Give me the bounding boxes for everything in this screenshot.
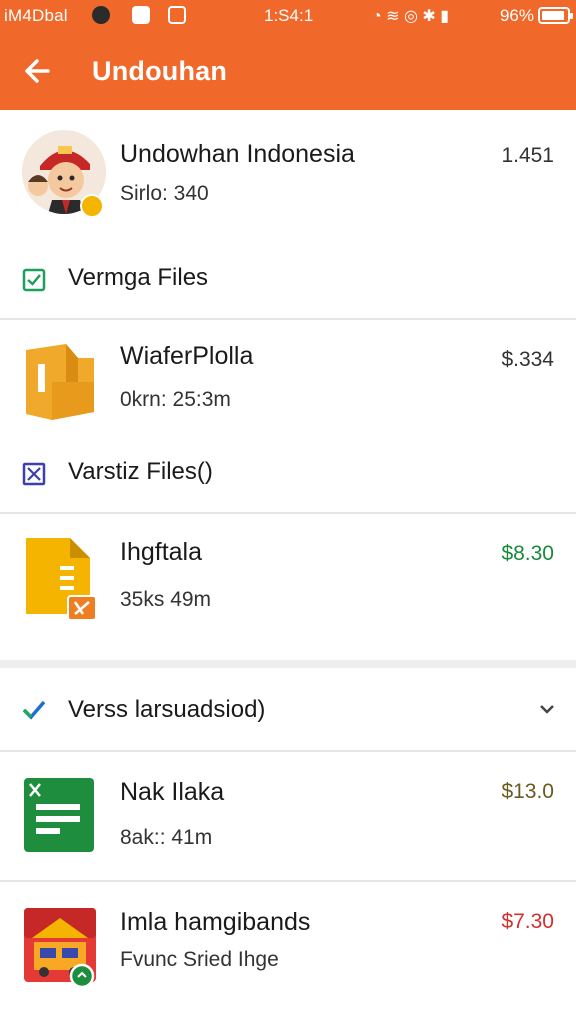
carrier-label: iM4Dbal xyxy=(4,6,68,25)
item-meta: 0krn: 25:3m xyxy=(120,388,231,411)
document-icon xyxy=(26,538,97,621)
app-thumbnail-icon xyxy=(24,908,96,988)
item-meta: 8ak:: 41m xyxy=(120,826,213,849)
cross-box-icon xyxy=(22,462,46,486)
item-price: $8.30 xyxy=(501,542,554,565)
chevron-down-icon[interactable] xyxy=(538,702,556,716)
section-header-various[interactable]: Varstiz Files() xyxy=(0,444,576,512)
top-bar: iM4Dbal 1:S4:1 ◔ ≋ ◎ ✱ ▮ 96% Undouhan xyxy=(0,0,576,110)
status-time: 1:S4:1 xyxy=(264,6,314,25)
page-title: Undouhan xyxy=(92,56,228,86)
profile-meta: Sirlo: 340 xyxy=(120,182,209,205)
list-item[interactable]: Nak Ilaka 8ak:: 41m $13.0 xyxy=(0,752,576,880)
item-meta: 35ks 49m xyxy=(120,588,212,611)
section-label: Vermga Files xyxy=(68,264,209,291)
list-item[interactable]: Ihgftala 35ks 49m $8.30 xyxy=(0,514,576,660)
section-label: Verss larsuadsiod) xyxy=(68,696,266,723)
avatar-status-dot xyxy=(80,194,104,218)
profile-name: Undowhan Indonesia xyxy=(120,140,355,168)
signal-icons: ◔ ≋ ◎ ✱ ▮ xyxy=(372,8,450,25)
profile-row[interactable]: Undowhan Indonesia Sirlo: 340 1.451 xyxy=(0,110,576,250)
notification-icon xyxy=(92,6,110,24)
section-label: Varstiz Files() xyxy=(68,458,213,485)
section-header-versions[interactable]: Verss larsuadsiod) xyxy=(0,668,576,750)
message-notification-icon xyxy=(168,6,186,24)
folder-icon xyxy=(26,344,94,420)
back-button[interactable] xyxy=(18,50,60,92)
item-meta: Fvunc Sried Ihge xyxy=(120,948,279,971)
item-name: Imla hamgibands xyxy=(120,908,311,936)
battery-icon xyxy=(538,7,573,24)
status-bar: iM4Dbal 1:S4:1 ◔ ≋ ◎ ✱ ▮ 96% xyxy=(0,0,576,32)
app-bar: Undouhan xyxy=(0,32,576,110)
item-name: Ihgftala xyxy=(120,538,203,566)
item-name: Nak Ilaka xyxy=(120,778,225,806)
spreadsheet-icon xyxy=(24,778,94,852)
list-item[interactable]: Imla hamgibands Fvunc Sried Ihge $7.30 xyxy=(0,882,576,1024)
list-item[interactable]: WiaferPlolla 0krn: 25:3m $.334 xyxy=(0,320,576,444)
arrow-left-icon xyxy=(25,59,50,83)
item-price: $13.0 xyxy=(501,780,554,803)
item-name: WiaferPlolla xyxy=(120,342,254,370)
app-notification-icon xyxy=(132,6,150,24)
section-header-verified[interactable]: Vermga Files xyxy=(0,250,576,318)
checkmark-icon xyxy=(22,700,46,720)
item-price: $7.30 xyxy=(501,910,554,933)
profile-value: 1.451 xyxy=(501,144,554,167)
divider xyxy=(0,660,576,668)
item-price: $.334 xyxy=(501,348,554,371)
check-box-icon xyxy=(22,268,46,292)
battery-percent: 96% xyxy=(499,6,534,25)
